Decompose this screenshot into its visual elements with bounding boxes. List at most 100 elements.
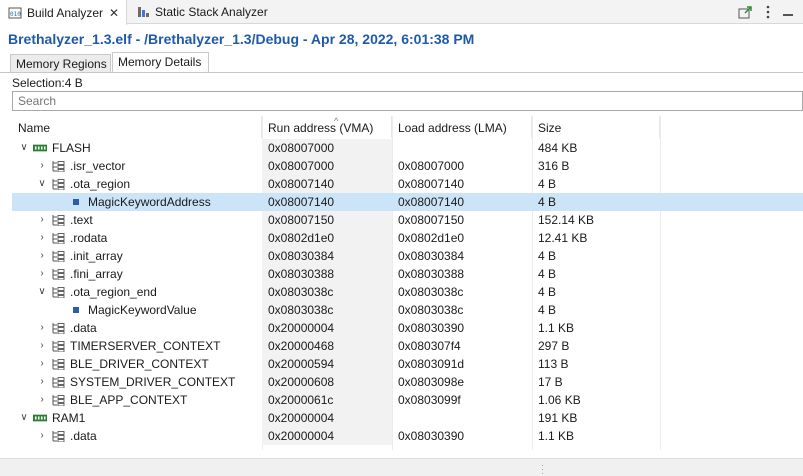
section-icon	[52, 179, 65, 190]
search-input[interactable]	[12, 91, 803, 111]
cell-size: 17 B	[538, 375, 563, 389]
table-row[interactable]: › BLE_APP_CONTEXT 0x2000061c 0x0803099f 1.06…	[12, 391, 803, 409]
table-row[interactable]: ∨ .ota_region 0x08007140 0x08007140 4 B	[12, 175, 803, 193]
table-row[interactable]: › TIMERSERVER_CONTEXT 0x20000468 0x080307f4…	[12, 337, 803, 355]
cell-name: ∨ RAM1	[12, 409, 262, 427]
chevron-right-icon[interactable]: ›	[36, 319, 48, 337]
cell-name: › BLE_DRIVER_CONTEXT	[12, 355, 262, 373]
pin-view-icon[interactable]	[737, 4, 753, 20]
row-name-label: MagicKeywordValue	[88, 303, 197, 317]
table-row[interactable]: MagicKeywordValue 0x0803038c 0x0803038c 4 B	[12, 301, 803, 319]
cell-lma: 0x08030390	[398, 429, 465, 443]
svg-text:010: 010	[10, 11, 21, 18]
cell-lma: 0x08007000	[398, 159, 465, 173]
cell-size: 4 B	[538, 285, 557, 299]
tab-memory-details[interactable]: Memory Details	[112, 52, 209, 73]
table-row[interactable]: › BLE_DRIVER_CONTEXT 0x20000594 0x0803091d 1…	[12, 355, 803, 373]
close-icon[interactable]: ✕	[109, 6, 119, 20]
cell-vma: 0x20000004	[262, 319, 392, 337]
table-row[interactable]: › .init_array 0x08030384 0x08030384 4 B	[12, 247, 803, 265]
cell-name: MagicKeywordAddress	[12, 193, 262, 211]
cell-size: 4 B	[538, 267, 557, 281]
row-name-label: .rodata	[70, 231, 108, 245]
table-row[interactable]: ∨ FLASH 0x08007000 484 KB	[12, 139, 803, 157]
cell-name: ∨ FLASH	[12, 139, 262, 157]
row-name-label: SYSTEM_DRIVER_CONTEXT	[70, 375, 236, 389]
section-icon	[52, 341, 65, 352]
table-row[interactable]: › .rodata 0x0802d1e0 0x0802d1e0 12.41 KB	[12, 229, 803, 247]
cell-lma	[392, 139, 532, 157]
cell-vma: 0x08030388	[262, 265, 392, 283]
selection-size-label: Selection:4 B	[12, 76, 83, 90]
chevron-right-icon[interactable]: ›	[36, 265, 48, 283]
row-name-label: .init_array	[70, 249, 123, 263]
cell-name: ∨ .ota_region_end	[12, 283, 262, 301]
table-header: Name Run address (VMA) Load address (LMA…	[12, 116, 803, 138]
section-icon	[52, 269, 65, 280]
subtab-divider	[0, 72, 803, 73]
cell-vma: 0x08030384	[262, 247, 392, 265]
table-row[interactable]: MagicKeywordAddress 0x08007140 0x08007140 4…	[12, 193, 803, 211]
table-row[interactable]: ∨ RAM1 0x20000004 191 KB	[12, 409, 803, 427]
cell-lma: 0x08030384	[398, 249, 465, 263]
view-menu-icon[interactable]	[760, 4, 776, 20]
cell-vma: 0x0803038c	[262, 301, 392, 319]
cell-name: › .rodata	[12, 229, 262, 247]
table-row[interactable]: › .data 0x20000004 0x08030390 1.1 KB	[12, 319, 803, 337]
row-name-label: BLE_DRIVER_CONTEXT	[70, 357, 209, 371]
cell-lma: 0x0802d1e0	[398, 231, 465, 245]
cell-size: 191 KB	[538, 411, 578, 425]
cell-lma: 0x08007140	[398, 195, 465, 209]
chevron-right-icon[interactable]: ›	[36, 247, 48, 265]
row-name-label: .data	[70, 321, 97, 335]
cell-lma: 0x08007150	[398, 213, 465, 227]
cell-size: 1.1 KB	[538, 429, 575, 443]
cell-lma: 0x0803091d	[398, 357, 465, 371]
chevron-down-icon[interactable]: ∨	[18, 409, 30, 427]
chevron-right-icon[interactable]: ›	[36, 211, 48, 229]
tab-build-analyzer[interactable]: 010 Build Analyzer ✕	[0, 0, 127, 25]
column-header-size[interactable]: Size	[532, 116, 660, 138]
cell-vma: 0x08007140	[262, 175, 392, 193]
cell-size: 1.06 KB	[538, 393, 581, 407]
table-row[interactable]: › .text 0x08007150 0x08007150 152.14 KB	[12, 211, 803, 229]
chevron-right-icon[interactable]: ›	[36, 229, 48, 247]
cell-name: › .isr_vector	[12, 157, 262, 175]
section-icon	[52, 323, 65, 334]
chevron-down-icon[interactable]: ∨	[36, 175, 48, 193]
chevron-down-icon[interactable]: ∨	[18, 139, 30, 157]
memory-icon	[33, 414, 47, 422]
section-icon	[52, 431, 65, 442]
chevron-right-icon[interactable]: ›	[36, 427, 48, 445]
table-row[interactable]: › .fini_array 0x08030388 0x08030388 4 B	[12, 265, 803, 283]
tab-static-stack-analyzer[interactable]: Static Stack Analyzer	[128, 0, 278, 24]
cell-vma: 0x20000004	[262, 427, 392, 445]
chevron-right-icon[interactable]: ›	[36, 337, 48, 355]
tab-memory-regions[interactable]: Memory Regions	[10, 54, 111, 73]
chevron-right-icon[interactable]: ›	[36, 391, 48, 409]
bottom-status-area	[0, 458, 803, 476]
cell-lma: 0x08030390	[398, 321, 465, 335]
memory-details-tree: ∨ FLASH 0x08007000 484 KB › .isr_vector 0x0800…	[12, 139, 803, 445]
table-row[interactable]: › .isr_vector 0x08007000 0x08007000 316 B	[12, 157, 803, 175]
column-header-name[interactable]: Name	[12, 116, 262, 138]
chevron-right-icon[interactable]: ›	[36, 355, 48, 373]
table-row[interactable]: ∨ .ota_region_end 0x0803038c 0x0803038c 4 B	[12, 283, 803, 301]
cell-size: 4 B	[538, 195, 557, 209]
chevron-down-icon[interactable]: ∨	[36, 283, 48, 301]
chevron-right-icon[interactable]: ›	[36, 373, 48, 391]
cell-size: 1.1 KB	[538, 321, 575, 335]
cell-name: MagicKeywordValue	[12, 301, 262, 319]
table-row[interactable]: › SYSTEM_DRIVER_CONTEXT 0x20000608 0x080309…	[12, 373, 803, 391]
column-header-lma[interactable]: Load address (LMA)	[392, 116, 532, 138]
resize-grip-icon[interactable]: · · ·	[541, 461, 544, 476]
minimize-icon[interactable]	[780, 4, 796, 20]
symbol-icon	[73, 307, 79, 313]
row-name-label: TIMERSERVER_CONTEXT	[70, 339, 221, 353]
cell-size: 113 B	[538, 357, 569, 371]
chevron-right-icon[interactable]: ›	[36, 157, 48, 175]
table-row[interactable]: › .data 0x20000004 0x08030390 1.1 KB	[12, 427, 803, 445]
cell-name: › .text	[12, 211, 262, 229]
row-name-label: .ota_region	[70, 177, 131, 191]
column-header-vma[interactable]: Run address (VMA)	[262, 116, 392, 138]
